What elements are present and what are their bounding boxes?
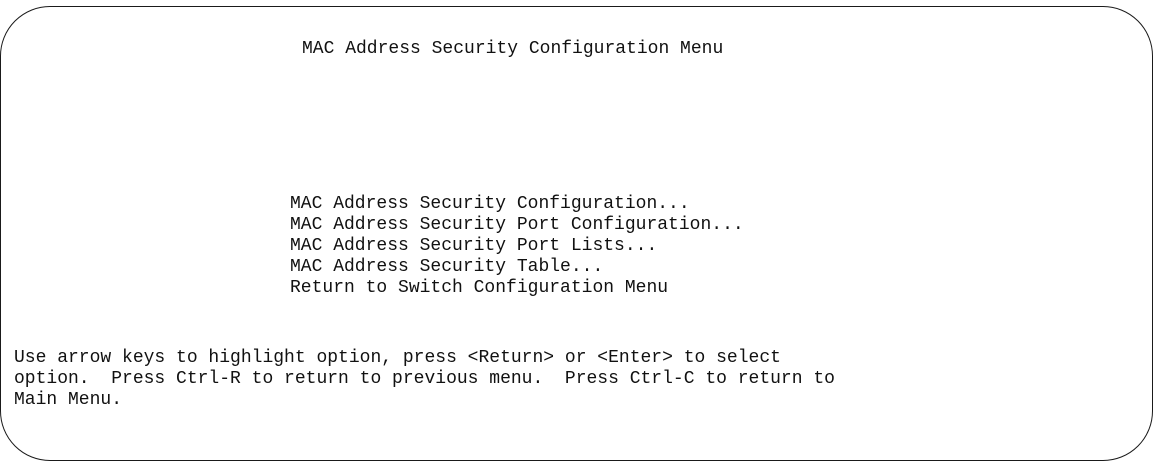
help-text: Use arrow keys to highlight option, pres… xyxy=(14,348,835,411)
menu-item-mac-address-security-port-configuration[interactable]: MAC Address Security Port Configuration.… xyxy=(290,215,744,236)
help-text-line: Main Menu. xyxy=(14,390,123,410)
menu-item-mac-address-security-table[interactable]: MAC Address Security Table... xyxy=(290,257,744,278)
help-text-line: option. Press Ctrl-R to return to previo… xyxy=(14,369,835,389)
menu-title: MAC Address Security Configuration Menu xyxy=(302,39,724,59)
menu-item-mac-address-security-port-lists[interactable]: MAC Address Security Port Lists... xyxy=(290,236,744,257)
menu-item-return-to-switch-configuration-menu[interactable]: Return to Switch Configuration Menu xyxy=(290,278,744,299)
help-text-line: Use arrow keys to highlight option, pres… xyxy=(14,348,781,368)
menu-options-list: MAC Address Security Configuration... MA… xyxy=(290,194,744,299)
menu-item-mac-address-security-configuration[interactable]: MAC Address Security Configuration... xyxy=(290,194,744,215)
